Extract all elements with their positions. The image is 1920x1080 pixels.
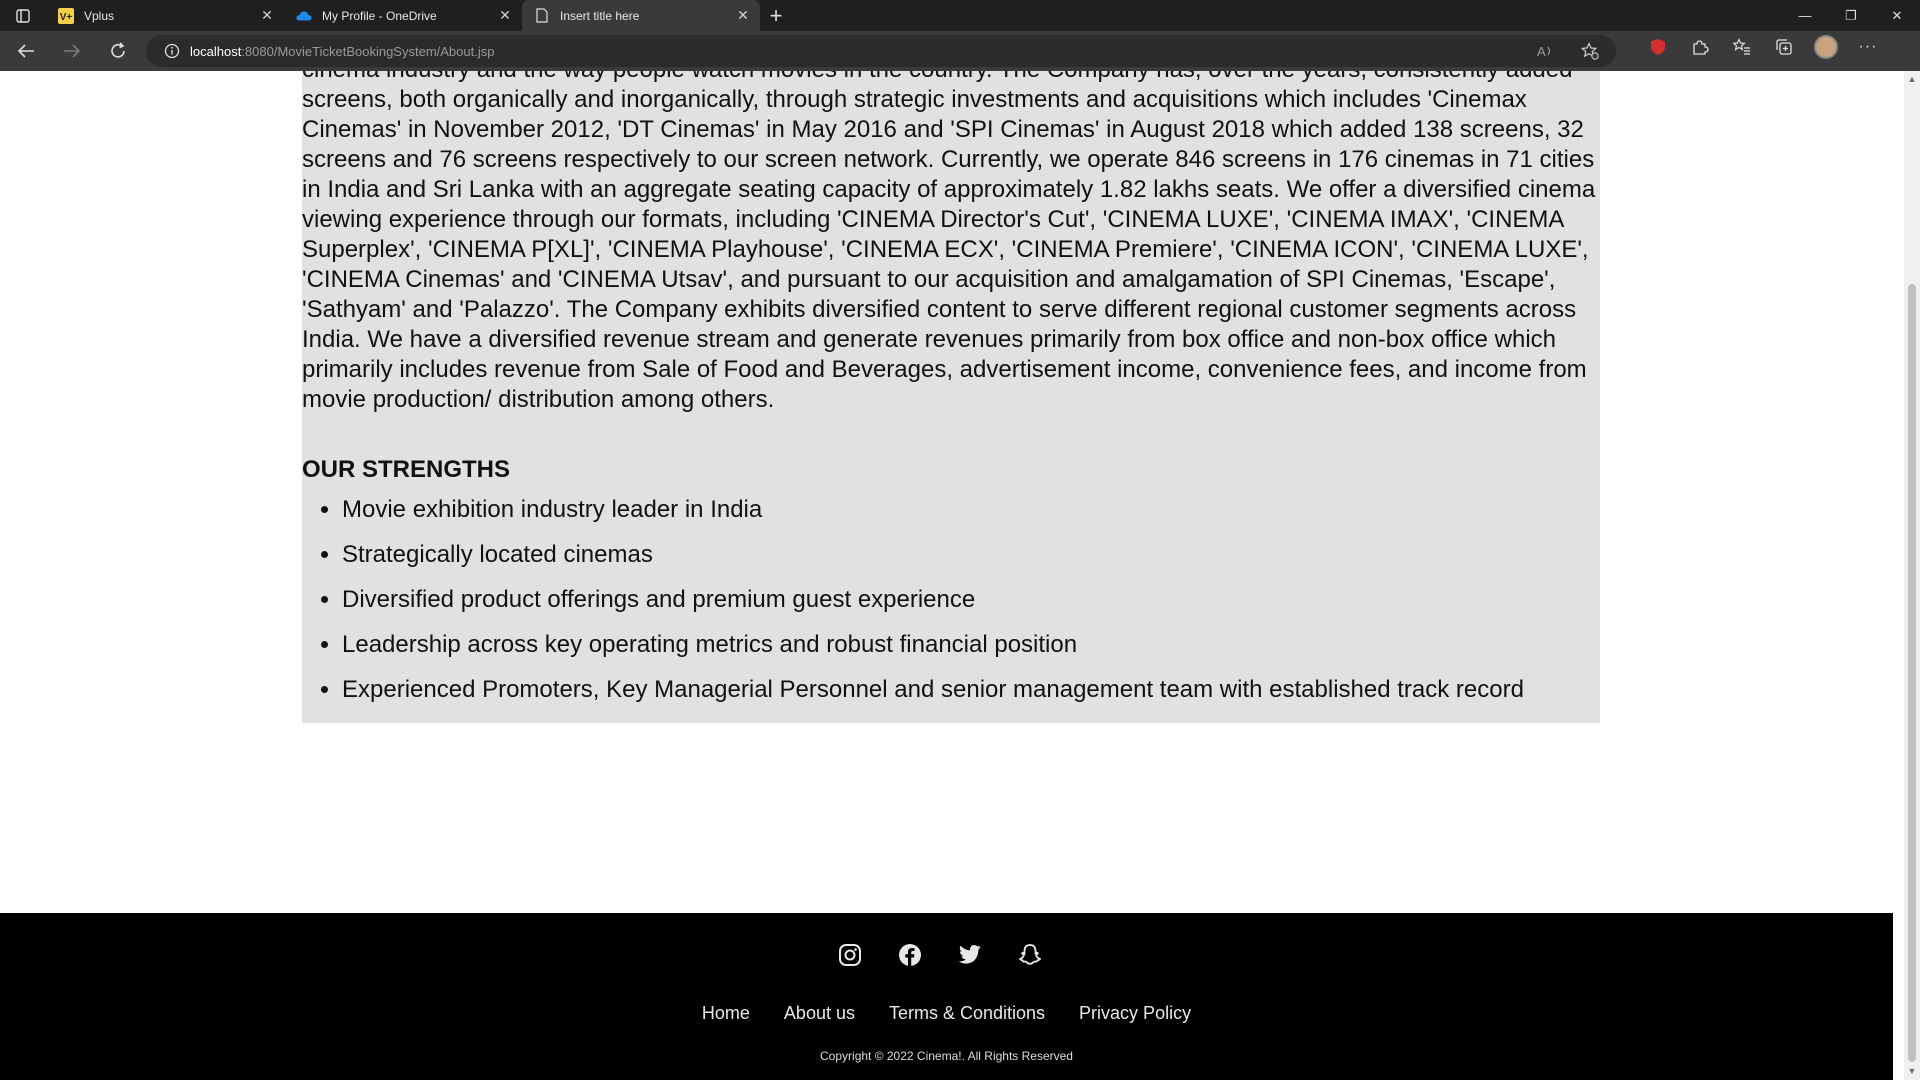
svg-text:V+: V+: [60, 12, 73, 23]
favorites-list-icon: [1733, 38, 1750, 55]
avatar: [1814, 35, 1838, 59]
page-viewport: cinema industry and the way people watch…: [0, 71, 1904, 1080]
scroll-down-icon[interactable]: ▼: [1907, 1066, 1917, 1076]
puzzle-icon: [1693, 40, 1709, 55]
favorites-button[interactable]: [1724, 35, 1760, 59]
tab-close-icon[interactable]: ✕: [498, 8, 512, 22]
tab-onedrive[interactable]: My Profile - OneDrive ✕: [284, 0, 522, 31]
restore-button[interactable]: ❐: [1828, 0, 1874, 31]
site-info-icon[interactable]: [154, 43, 190, 59]
onedrive-icon: [296, 8, 312, 24]
footer-nav: Home About us Terms & Conditions Privacy…: [0, 1003, 1893, 1024]
more-icon: ···: [1858, 38, 1878, 55]
back-arrow-icon: [17, 44, 34, 58]
tab-insert-title[interactable]: Insert title here ✕: [522, 0, 760, 31]
add-favorite-button[interactable]: [1572, 39, 1608, 63]
settings-more-button[interactable]: ···: [1850, 35, 1886, 59]
strength-item: Leadership across key operating metrics …: [342, 630, 1600, 660]
address-bar-actions: A: [1528, 39, 1608, 63]
read-aloud-button[interactable]: A: [1528, 39, 1564, 63]
vplus-icon: V+: [58, 7, 74, 24]
star-add-icon: [1581, 42, 1599, 60]
strength-item: Movie exhibition industry leader in Indi…: [342, 495, 1600, 525]
facebook-icon[interactable]: [898, 943, 922, 967]
tab-vplus[interactable]: V+ Vplus ✕: [46, 0, 284, 31]
snapchat-icon[interactable]: [1018, 943, 1042, 967]
collections-icon: [1776, 39, 1792, 55]
about-paragraph: cinema industry and the way people watch…: [302, 71, 1596, 413]
strengths-heading: OUR STRENGTHS: [302, 456, 511, 483]
strength-item: Strategically located cinemas: [342, 540, 1600, 570]
strengths-section: OUR STRENGTHS Movie exhibition industry …: [302, 453, 1600, 723]
plus-icon: +: [769, 2, 783, 28]
twitter-icon[interactable]: [958, 943, 982, 967]
page-scrollbar[interactable]: ▲ ▼: [1904, 71, 1920, 1080]
close-icon: ✕: [1891, 7, 1903, 23]
scroll-up-icon[interactable]: ▲: [1907, 74, 1917, 84]
tab-close-icon[interactable]: ✕: [736, 8, 750, 22]
forward-button[interactable]: [52, 35, 92, 67]
footer-link-about[interactable]: About us: [784, 1003, 855, 1024]
instagram-icon[interactable]: [838, 943, 862, 967]
read-aloud-icon: A: [1537, 44, 1551, 59]
browser-tab-bar: V+ Vplus ✕ My Profile - OneDrive ✕ Inser…: [0, 0, 1920, 31]
strength-item: Experienced Promoters, Key Managerial Pe…: [342, 675, 1600, 705]
shield-icon: [1651, 39, 1665, 55]
tab-title: Insert title here: [560, 8, 640, 23]
footer-link-home[interactable]: Home: [702, 1003, 750, 1024]
tab-actions-icon: [16, 8, 30, 23]
about-section: cinema industry and the way people watch…: [302, 71, 1600, 487]
strengths-list: Movie exhibition industry leader in Indi…: [302, 495, 1600, 705]
address-bar[interactable]: localhost:8080/MovieTicketBookingSystem/…: [146, 35, 1616, 67]
url-text: localhost:8080/MovieTicketBookingSystem/…: [190, 44, 494, 59]
strength-item: Diversified product offerings and premiu…: [342, 585, 1600, 615]
tab-close-icon[interactable]: ✕: [260, 8, 274, 22]
social-links: [838, 943, 1042, 967]
footer: Home About us Terms & Conditions Privacy…: [0, 913, 1893, 1080]
extensions-button[interactable]: [1682, 35, 1718, 59]
restore-icon: ❐: [1845, 7, 1857, 23]
profile-button[interactable]: [1808, 35, 1844, 59]
copyright-text: Copyright © 2022 Cinema!. All Rights Res…: [820, 1049, 1073, 1063]
url-path: :8080/MovieTicketBookingSystem/About.jsp: [241, 43, 495, 59]
close-window-button[interactable]: ✕: [1874, 0, 1920, 31]
extension-icons: ···: [1640, 35, 1886, 59]
tab-title: My Profile - OneDrive: [322, 8, 437, 23]
back-button[interactable]: [6, 35, 46, 67]
svg-text:A: A: [1537, 44, 1546, 59]
url-host: localhost: [190, 43, 242, 59]
refresh-icon: [111, 42, 125, 58]
minimize-button[interactable]: —: [1782, 0, 1828, 31]
forward-arrow-icon: [64, 44, 81, 58]
tab-actions-button[interactable]: [0, 0, 46, 31]
scrollbar-thumb[interactable]: [1908, 284, 1916, 1062]
footer-link-terms[interactable]: Terms & Conditions: [889, 1003, 1045, 1024]
new-tab-button[interactable]: +: [760, 0, 792, 31]
extension-shield-button[interactable]: [1640, 35, 1676, 59]
footer-link-privacy[interactable]: Privacy Policy: [1079, 1003, 1191, 1024]
collections-button[interactable]: [1766, 35, 1802, 59]
page-icon: [534, 8, 550, 24]
browser-toolbar: localhost:8080/MovieTicketBookingSystem/…: [0, 31, 1920, 71]
minimize-icon: —: [1798, 8, 1812, 23]
refresh-button[interactable]: [98, 35, 138, 67]
tab-title: Vplus: [84, 8, 115, 23]
window-controls: — ❐ ✕: [1782, 0, 1920, 31]
